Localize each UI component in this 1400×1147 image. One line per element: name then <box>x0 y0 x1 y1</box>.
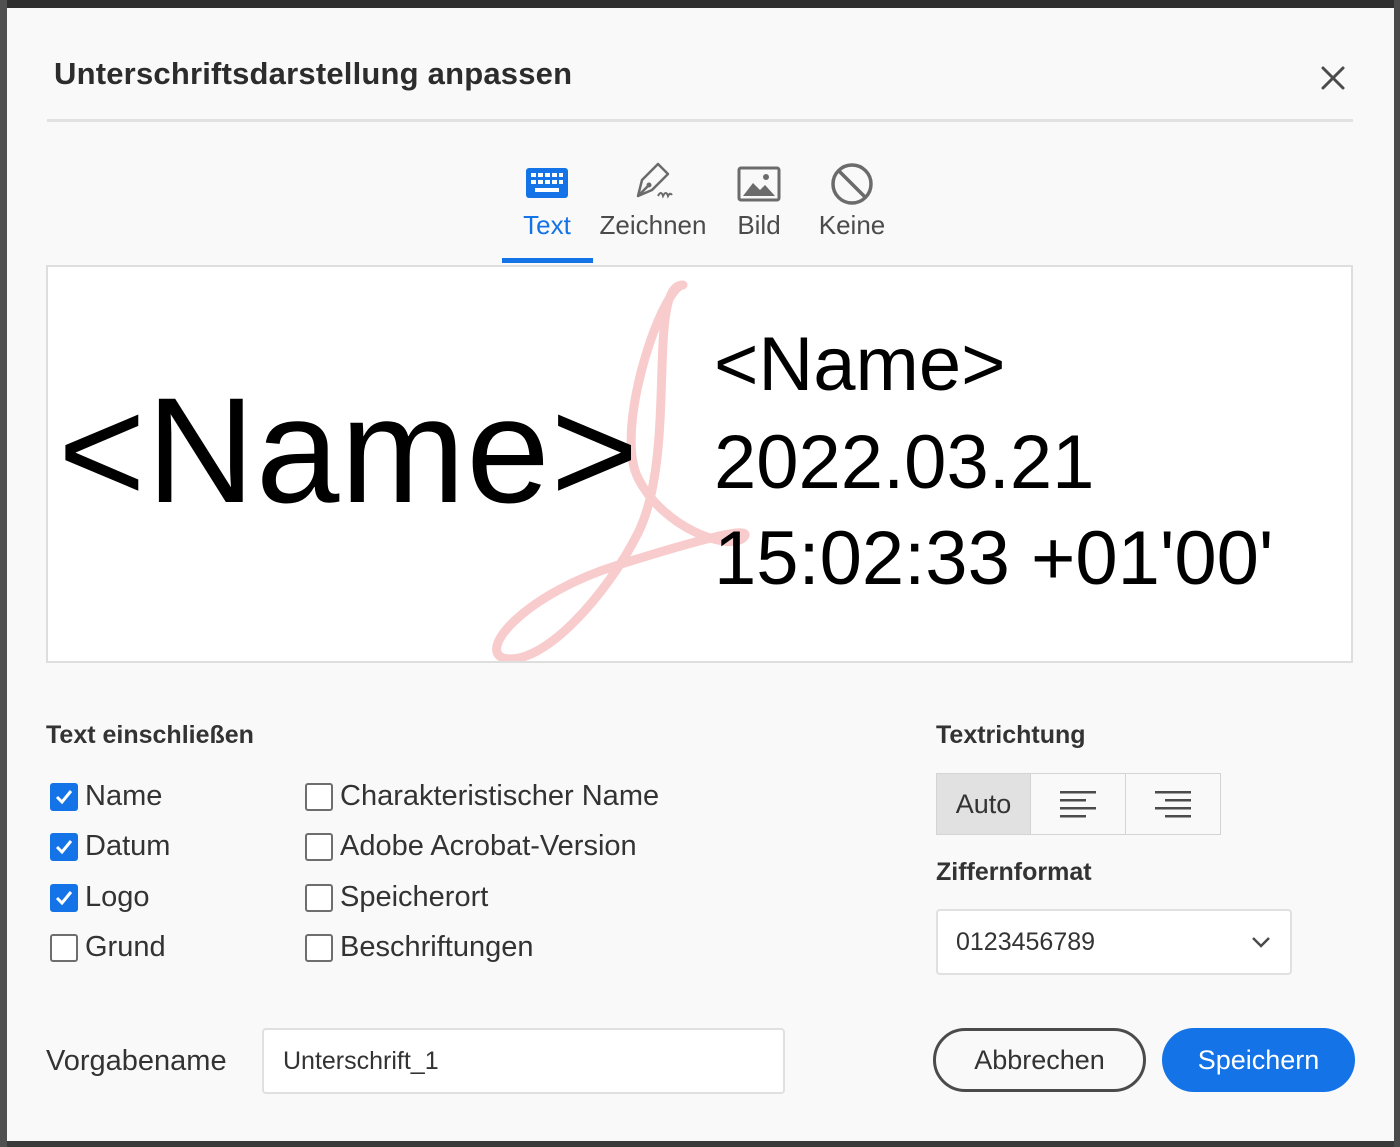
preview-name-large: <Name> <box>58 366 640 534</box>
tab-none[interactable]: Keine <box>815 156 889 264</box>
tab-none-label: Keine <box>818 210 886 240</box>
keyboard-icon <box>512 156 582 206</box>
tab-draw[interactable]: Zeichnen <box>595 156 711 264</box>
digit-format-heading: Ziffernformat <box>936 858 1092 886</box>
checkbox-label: Grund <box>85 931 166 963</box>
preview-date: 2022.03.21 <box>714 420 1095 505</box>
close-icon[interactable] <box>1317 62 1349 94</box>
checkbox-labels[interactable]: Beschriftungen <box>305 931 533 964</box>
background-app-edge <box>0 0 1400 8</box>
include-text-heading: Text einschließen <box>46 721 254 749</box>
checkbox-box[interactable] <box>50 782 78 811</box>
checkbox-label: Datum <box>85 830 171 862</box>
checkbox-label: Adobe Acrobat-Version <box>340 830 637 862</box>
checkbox-label: Beschriftungen <box>340 931 534 963</box>
dialog-title: Unterschriftsdarstellung anpassen <box>54 56 573 91</box>
image-icon <box>727 156 791 206</box>
checkbox-label: Speicherort <box>340 881 489 913</box>
save-button[interactable]: Speichern <box>1162 1028 1355 1092</box>
pen-icon <box>595 156 711 206</box>
background-app-edge-right <box>1394 0 1400 1147</box>
chevron-down-icon <box>1250 934 1272 955</box>
checkbox-name[interactable]: Name <box>50 780 162 813</box>
text-direction-segmented-control: Auto <box>936 773 1221 835</box>
text-direction-auto-button[interactable]: Auto <box>936 773 1031 835</box>
tab-text-label: Text <box>523 210 571 240</box>
checkbox-box[interactable] <box>305 933 333 962</box>
preset-name-label: Vorgabename <box>46 1045 227 1077</box>
text-direction-heading: Textrichtung <box>936 721 1086 749</box>
checkbox-distinguished-name[interactable]: Charakteristischer Name <box>305 780 659 813</box>
tab-image[interactable]: Bild <box>727 156 791 264</box>
tab-draw-label: Zeichnen <box>599 210 707 240</box>
checkbox-label: Logo <box>85 881 150 913</box>
checkbox-box[interactable] <box>50 832 78 861</box>
text-direction-ltr-button[interactable] <box>1031 773 1126 835</box>
none-icon <box>815 156 889 206</box>
tab-text[interactable]: Text <box>512 156 582 264</box>
checkbox-location[interactable]: Speicherort <box>305 881 488 914</box>
checkbox-box[interactable] <box>50 933 78 962</box>
cancel-button[interactable]: Abbrechen <box>933 1028 1146 1092</box>
checkbox-label: Charakteristischer Name <box>340 780 660 812</box>
checkbox-logo[interactable]: Logo <box>50 881 150 914</box>
checkbox-box[interactable] <box>305 883 333 912</box>
checkbox-date[interactable]: Datum <box>50 830 170 863</box>
checkbox-label: Name <box>85 780 163 812</box>
digit-format-select[interactable]: 0123456789 <box>936 909 1292 975</box>
preset-name-input[interactable] <box>262 1028 785 1094</box>
text-direction-rtl-button[interactable] <box>1126 773 1221 835</box>
preview-time: 15:02:33 +01'00' <box>714 516 1274 601</box>
checkbox-acrobat-version[interactable]: Adobe Acrobat-Version <box>305 830 637 863</box>
signature-preview: <Name> <Name> 2022.03.21 15:02:33 +01'00… <box>46 265 1353 663</box>
background-app-edge-left <box>0 0 7 1147</box>
preview-name-detail: <Name> <box>714 322 1006 407</box>
align-right-icon <box>1155 791 1191 818</box>
tab-image-label: Bild <box>737 210 781 240</box>
digit-format-value: 0123456789 <box>956 928 1096 956</box>
checkbox-box[interactable] <box>305 782 333 811</box>
align-left-icon <box>1060 791 1096 818</box>
checkbox-box[interactable] <box>305 832 333 861</box>
header-divider <box>47 119 1353 122</box>
checkbox-box[interactable] <box>50 883 78 912</box>
active-tab-indicator <box>502 258 593 263</box>
checkbox-reason[interactable]: Grund <box>50 931 166 964</box>
signature-appearance-dialog: Unterschriftsdarstellung anpassen Text Z… <box>7 8 1394 1141</box>
signature-type-tabs: Text Zeichnen Bild Keine <box>7 156 1394 266</box>
